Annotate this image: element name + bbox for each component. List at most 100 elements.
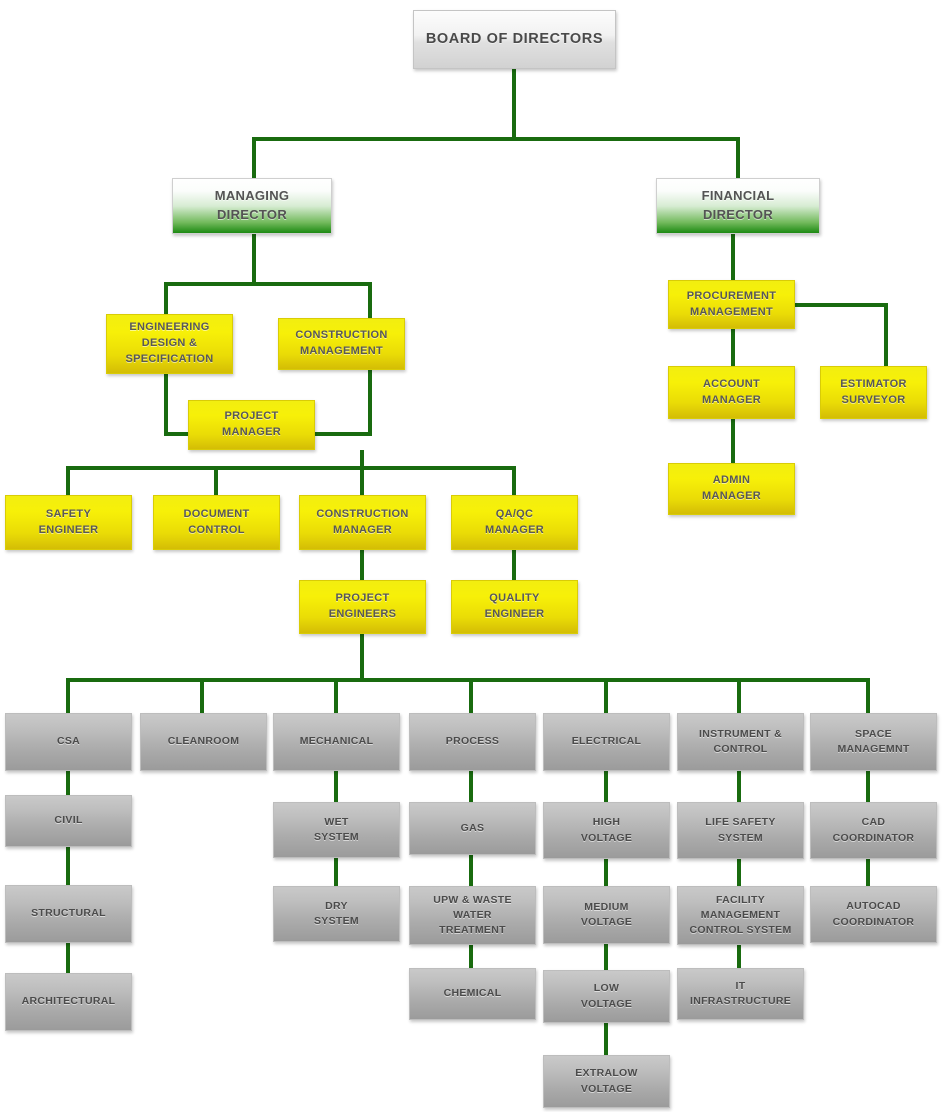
node-upw-waste-water-treatment[interactable]: UPW & WASTE WATER TREATMENT bbox=[409, 886, 536, 945]
node-label: INSTRUMENT & CONTROL bbox=[699, 727, 782, 755]
node-life-safety-system[interactable]: LIFE SAFETY SYSTEM bbox=[677, 802, 804, 859]
node-label: MECHANICAL bbox=[299, 735, 374, 748]
node-financial-director[interactable]: FINANCIAL DIRECTOR bbox=[656, 178, 820, 234]
node-managing-director[interactable]: MANAGING DIRECTOR bbox=[172, 178, 332, 234]
connector-pm-drop-safety bbox=[66, 466, 70, 495]
connector-md-down bbox=[252, 234, 256, 284]
node-label: HIGH VOLTAGE bbox=[580, 816, 633, 844]
node-wet-system[interactable]: WET SYSTEM bbox=[273, 802, 400, 858]
node-label: AUTOCAD COORDINATOR bbox=[832, 900, 915, 928]
connector-medium-low bbox=[604, 943, 608, 971]
node-label: ELECTRICAL bbox=[571, 735, 642, 748]
node-account-manager[interactable]: ACCOUNT MANAGER bbox=[668, 366, 795, 419]
node-qa-qc-manager[interactable]: QA/QC MANAGER bbox=[451, 495, 578, 550]
node-space-management[interactable]: SPACE MANAGEMNT bbox=[810, 713, 937, 771]
node-label: PROCUREMENT MANAGEMENT bbox=[686, 289, 777, 318]
node-label: SAFETY ENGINEER bbox=[38, 507, 99, 536]
node-medium-voltage[interactable]: MEDIUM VOLTAGE bbox=[543, 886, 670, 944]
connector-procurement-estimator-v bbox=[884, 303, 888, 366]
connector-qaqc-to-quality-engineer bbox=[512, 550, 516, 580]
connector-low-extralow bbox=[604, 1022, 608, 1056]
node-facility-management-control-system[interactable]: FACILITY MANAGEMENT CONTROL SYSTEM bbox=[677, 886, 804, 945]
node-chemical[interactable]: CHEMICAL bbox=[409, 968, 536, 1020]
node-construction-management[interactable]: CONSTRUCTION MANAGEMENT bbox=[278, 318, 405, 370]
connector-high-medium bbox=[604, 858, 608, 887]
node-label: PROCESS bbox=[445, 735, 500, 748]
connector-pm-drop-construction bbox=[360, 466, 364, 495]
connector-gray-drop-electrical bbox=[604, 678, 608, 714]
node-label: DRY SYSTEM bbox=[314, 899, 359, 927]
node-label: ADMIN MANAGER bbox=[702, 474, 761, 502]
node-label: CONSTRUCTION MANAGEMENT bbox=[295, 329, 388, 357]
node-label: MANAGING DIRECTOR bbox=[214, 188, 290, 222]
node-label: FINANCIAL DIRECTOR bbox=[701, 188, 775, 222]
connector-wet-dry bbox=[334, 857, 338, 887]
node-label: CONSTRUCTION MANAGER bbox=[316, 507, 409, 536]
node-low-voltage[interactable]: LOW VOLTAGE bbox=[543, 970, 670, 1023]
node-construction-manager[interactable]: CONSTRUCTION MANAGER bbox=[299, 495, 426, 550]
connector-procurement-estimator-h bbox=[792, 303, 888, 307]
connector-facility-it bbox=[737, 944, 741, 969]
connector-gray-drop-space bbox=[866, 678, 870, 714]
connector-pm-bus bbox=[66, 466, 516, 470]
connector-procurement-account bbox=[731, 329, 735, 366]
node-mechanical[interactable]: MECHANICAL bbox=[273, 713, 400, 771]
node-label: ENGINEERING DESIGN & SPECIFICATION bbox=[125, 321, 214, 365]
connector-process-gas bbox=[469, 770, 473, 803]
node-label: MEDIUM VOLTAGE bbox=[580, 900, 633, 928]
node-high-voltage[interactable]: HIGH VOLTAGE bbox=[543, 802, 670, 859]
connector-mechanical-wet bbox=[334, 770, 338, 803]
connector-instrument-lifesafety bbox=[737, 770, 741, 803]
connector-to-managing-director bbox=[252, 137, 256, 179]
connector-board-down bbox=[512, 69, 516, 140]
node-civil[interactable]: CIVIL bbox=[5, 795, 132, 847]
node-quality-engineer[interactable]: QUALITY ENGINEER bbox=[451, 580, 578, 634]
node-label: IT INFRASTRUCTURE bbox=[689, 979, 792, 1007]
node-label: EXTRALOW VOLTAGE bbox=[575, 1067, 638, 1095]
node-project-engineers[interactable]: PROJECT ENGINEERS bbox=[299, 580, 426, 634]
node-label: PROJECT ENGINEERS bbox=[328, 592, 397, 620]
node-process[interactable]: PROCESS bbox=[409, 713, 536, 771]
node-structural[interactable]: STRUCTURAL bbox=[5, 885, 132, 943]
node-label: CSA bbox=[56, 735, 81, 748]
connector-fd-procurement bbox=[731, 234, 735, 280]
node-label: ESTIMATOR SURVEYOR bbox=[840, 377, 907, 406]
node-label: ARCHITECTURAL bbox=[21, 995, 116, 1008]
node-autocad-coordinator[interactable]: AUTOCAD COORDINATOR bbox=[810, 886, 937, 943]
node-label: DOCUMENT CONTROL bbox=[183, 507, 250, 536]
connector-structural-architectural bbox=[66, 941, 70, 974]
node-architectural[interactable]: ARCHITECTURAL bbox=[5, 973, 132, 1031]
node-extralow-voltage[interactable]: EXTRALOW VOLTAGE bbox=[543, 1055, 670, 1108]
connector-cad-autocad bbox=[866, 858, 870, 887]
node-label: CHEMICAL bbox=[443, 987, 502, 1000]
node-it-infrastructure[interactable]: IT INFRASTRUCTURE bbox=[677, 968, 804, 1020]
node-label: GAS bbox=[460, 821, 485, 834]
connector-civil-structural bbox=[66, 846, 70, 886]
connector-electrical-high bbox=[604, 770, 608, 803]
connector-gray-drop-csa bbox=[66, 678, 70, 714]
node-procurement-management[interactable]: PROCUREMENT MANAGEMENT bbox=[668, 280, 795, 329]
connector-gray-drop-mechanical bbox=[334, 678, 338, 714]
connector-pe-down bbox=[360, 634, 364, 682]
node-label: STRUCTURAL bbox=[31, 907, 106, 920]
node-gas[interactable]: GAS bbox=[409, 802, 536, 855]
node-electrical[interactable]: ELECTRICAL bbox=[543, 713, 670, 771]
node-project-manager[interactable]: PROJECT MANAGER bbox=[188, 400, 315, 450]
connector-gas-upw bbox=[469, 854, 473, 887]
node-cad-coordinator[interactable]: CAD COORDINATOR bbox=[810, 802, 937, 859]
connector-space-cad bbox=[866, 770, 870, 803]
node-csa[interactable]: CSA bbox=[5, 713, 132, 771]
node-label: QUALITY ENGINEER bbox=[484, 592, 545, 620]
node-estimator-surveyor[interactable]: ESTIMATOR SURVEYOR bbox=[820, 366, 927, 419]
node-dry-system[interactable]: DRY SYSTEM bbox=[273, 886, 400, 942]
node-document-control[interactable]: DOCUMENT CONTROL bbox=[153, 495, 280, 550]
node-board-of-directors[interactable]: BOARD OF DIRECTORS bbox=[413, 10, 616, 69]
node-engineering-design-specification[interactable]: ENGINEERING DESIGN & SPECIFICATION bbox=[106, 314, 233, 374]
connector-pm-drop-qaqc bbox=[512, 466, 516, 495]
node-admin-manager[interactable]: ADMIN MANAGER bbox=[668, 463, 795, 515]
node-instrument-control[interactable]: INSTRUMENT & CONTROL bbox=[677, 713, 804, 771]
connector-cm-to-project-engineers bbox=[360, 550, 364, 580]
node-cleanroom[interactable]: CLEANROOM bbox=[140, 713, 267, 771]
connector-gray-bus bbox=[66, 678, 870, 682]
node-safety-engineer[interactable]: SAFETY ENGINEER bbox=[5, 495, 132, 550]
